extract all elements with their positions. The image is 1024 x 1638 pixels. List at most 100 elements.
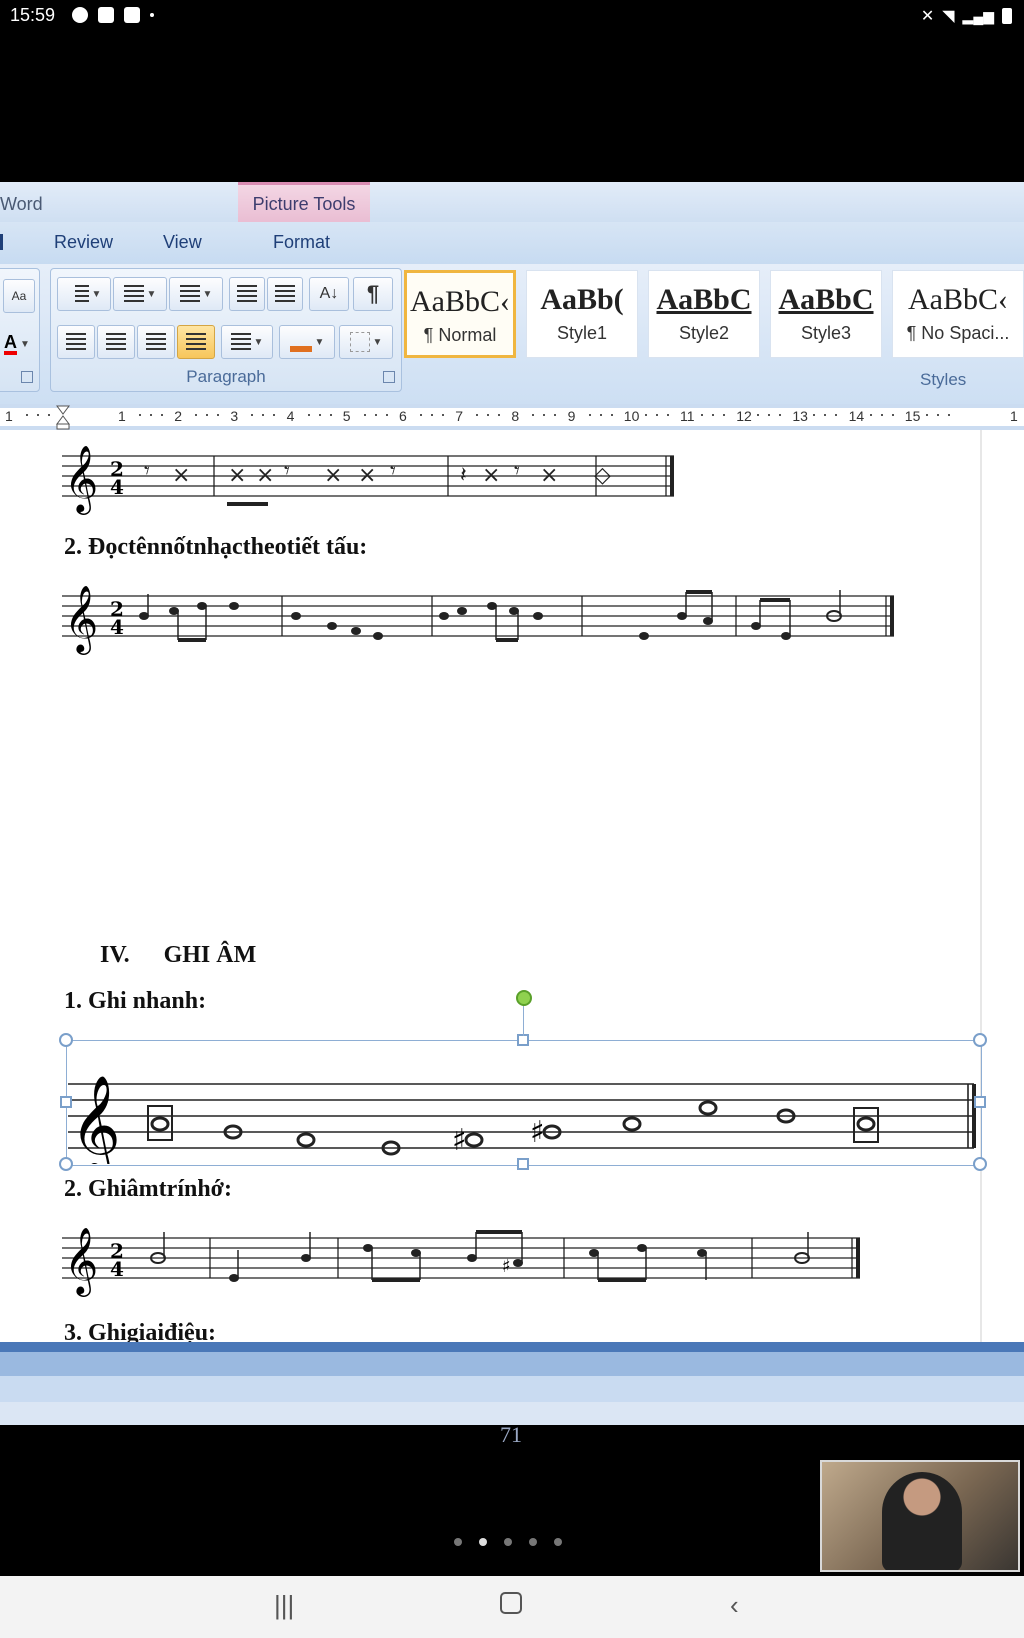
resize-handle-top-left[interactable] xyxy=(59,1033,73,1047)
horizontal-ruler[interactable]: 1 1 2 3 4 5 6 7 8 9 10 11 12 13 14 15 1 xyxy=(0,404,1024,430)
style-style2[interactable]: AaBbC Style2 xyxy=(648,270,760,358)
resize-handle-bottom-right[interactable] xyxy=(973,1157,987,1171)
title-bar: Word xyxy=(0,182,1024,222)
align-center-icon xyxy=(106,333,126,351)
melody-staff-1: 𝄞 2 4 xyxy=(62,584,894,655)
ruler-tick xyxy=(195,414,198,416)
bullets-button[interactable]: ▼ xyxy=(57,277,111,311)
ruler-number: 15 xyxy=(904,408,921,424)
rhythm-staff: 𝄞 2 4 𝄾 × × × 𝄾 × × 𝄾 𝄽 × 𝄾 × ◇ xyxy=(62,444,674,515)
paragraph-dialog-launcher[interactable] xyxy=(383,371,395,383)
ruler-tick xyxy=(835,414,838,416)
melody-staff-2: 𝄞 2 4 ♯ xyxy=(62,1226,860,1297)
ruler-number: 4 xyxy=(286,408,295,424)
ruler-tick xyxy=(947,414,950,416)
align-center-button[interactable] xyxy=(97,325,135,359)
resize-handle-left[interactable] xyxy=(60,1096,72,1108)
picture-selection-frame[interactable] xyxy=(66,1040,982,1166)
svg-text:×: × xyxy=(482,463,500,488)
align-left-button[interactable] xyxy=(57,325,95,359)
style-name: ¶ Normal xyxy=(423,325,497,345)
picture-tools-context-tab[interactable]: Picture Tools xyxy=(238,182,370,224)
sub-heading-remember-notes: 2. Ghiâmtrínhớ: xyxy=(64,1176,232,1202)
svg-text:◇: ◇ xyxy=(594,463,611,488)
font-color-button[interactable]: A ▼ xyxy=(0,327,35,361)
back-icon[interactable]: ‹ xyxy=(730,1590,739,1621)
svg-text:×: × xyxy=(228,463,246,488)
tab-format[interactable]: Format xyxy=(273,232,330,253)
ruler-number: 1 xyxy=(118,408,126,424)
home-icon[interactable] xyxy=(500,1592,522,1614)
decrease-indent-button[interactable] xyxy=(229,277,265,311)
self-video-thumbnail[interactable] xyxy=(820,1460,1020,1572)
ruler-number: 8 xyxy=(511,408,520,424)
style-no-spacing[interactable]: AaBbC‹ ¶ No Spaci... xyxy=(892,270,1024,358)
svg-text:𝄾: 𝄾 xyxy=(514,459,520,484)
ruler-number: 12 xyxy=(736,408,752,424)
line-spacing-icon xyxy=(230,333,251,351)
ruler-tick xyxy=(891,414,894,416)
align-left-icon xyxy=(66,333,86,351)
resize-handle-bottom[interactable] xyxy=(517,1158,529,1170)
ruler-tick xyxy=(768,414,771,416)
ruler-tick xyxy=(925,414,928,416)
ruler-tick xyxy=(385,414,388,416)
change-case-button[interactable]: Aa xyxy=(3,279,35,313)
mute-icon: ✕ xyxy=(920,8,935,25)
styles-group-label: Styles xyxy=(920,370,967,389)
signal-icon: ▂▄▆ xyxy=(962,7,994,24)
ruler-tick xyxy=(251,414,254,416)
ribbon-tabs: Review View Format xyxy=(0,222,1024,264)
document-area[interactable]: 𝄞 2 4 𝄾 × × × 𝄾 × × 𝄾 𝄽 × 𝄾 × ◇ 2. Đọctênnốtnhạc… xyxy=(0,430,1024,1447)
tab-view[interactable]: View xyxy=(163,232,202,253)
ruler-number: 11 xyxy=(680,408,695,424)
ruler-number: 5 xyxy=(342,408,351,424)
tab-review[interactable]: Review xyxy=(54,232,113,253)
ruler-tick xyxy=(307,414,310,416)
indent-marker-icon[interactable] xyxy=(56,404,70,430)
font-color-icon: A xyxy=(4,333,18,355)
status-time: 15:59 xyxy=(10,5,56,25)
numbering-button[interactable]: ▼ xyxy=(113,277,167,311)
svg-text:×: × xyxy=(172,463,190,488)
ruler-number: 2 xyxy=(174,408,182,424)
svg-text:×: × xyxy=(358,463,376,488)
increase-indent-button[interactable] xyxy=(267,277,303,311)
heading-read-note-names: 2. Đọctênnốtnhạctheotiết tấu: xyxy=(64,534,368,560)
page-dot[interactable] xyxy=(554,1538,562,1546)
style-style3[interactable]: AaBbC Style3 xyxy=(770,270,882,358)
svg-text:×: × xyxy=(324,463,342,488)
shading-icon xyxy=(289,332,312,352)
align-right-button[interactable] xyxy=(137,325,175,359)
borders-button[interactable]: ▼ xyxy=(339,325,393,359)
show-formatting-button[interactable]: ¶ xyxy=(353,277,393,311)
justify-button[interactable] xyxy=(177,325,215,359)
sort-button[interactable]: A↓ xyxy=(309,277,349,311)
shading-button[interactable]: ▼ xyxy=(279,325,335,359)
ruler-tick xyxy=(363,414,366,416)
ruler-tick xyxy=(880,414,883,416)
recent-apps-icon[interactable]: ||| xyxy=(274,1590,294,1621)
line-spacing-button[interactable]: ▼ xyxy=(221,325,273,359)
ruler-tick xyxy=(273,414,276,416)
page-dot-active[interactable] xyxy=(479,1538,487,1546)
style-normal[interactable]: AaBbC‹ ¶ Normal xyxy=(404,270,516,358)
page-dot[interactable] xyxy=(529,1538,537,1546)
page-number: 71 xyxy=(500,1422,522,1447)
ruler-tick xyxy=(610,414,613,416)
style-style1[interactable]: AaBb( Style1 xyxy=(526,270,638,358)
page-indicator[interactable] xyxy=(454,1538,562,1546)
ruler-tick xyxy=(666,414,669,416)
ruler-tick xyxy=(262,414,265,416)
resize-handle-bottom-left[interactable] xyxy=(59,1157,73,1171)
rotate-handle[interactable] xyxy=(516,990,532,1006)
page-dot[interactable] xyxy=(454,1538,462,1546)
font-dialog-launcher[interactable] xyxy=(21,371,33,383)
resize-handle-top-right[interactable] xyxy=(973,1033,987,1047)
multilevel-list-button[interactable]: ▼ xyxy=(169,277,223,311)
ruler-number: 14 xyxy=(848,408,865,424)
style-name: ¶ No Spaci... xyxy=(906,323,1010,343)
ruler-tick xyxy=(599,414,602,416)
page-dot[interactable] xyxy=(504,1538,512,1546)
resize-handle-right[interactable] xyxy=(974,1096,986,1108)
